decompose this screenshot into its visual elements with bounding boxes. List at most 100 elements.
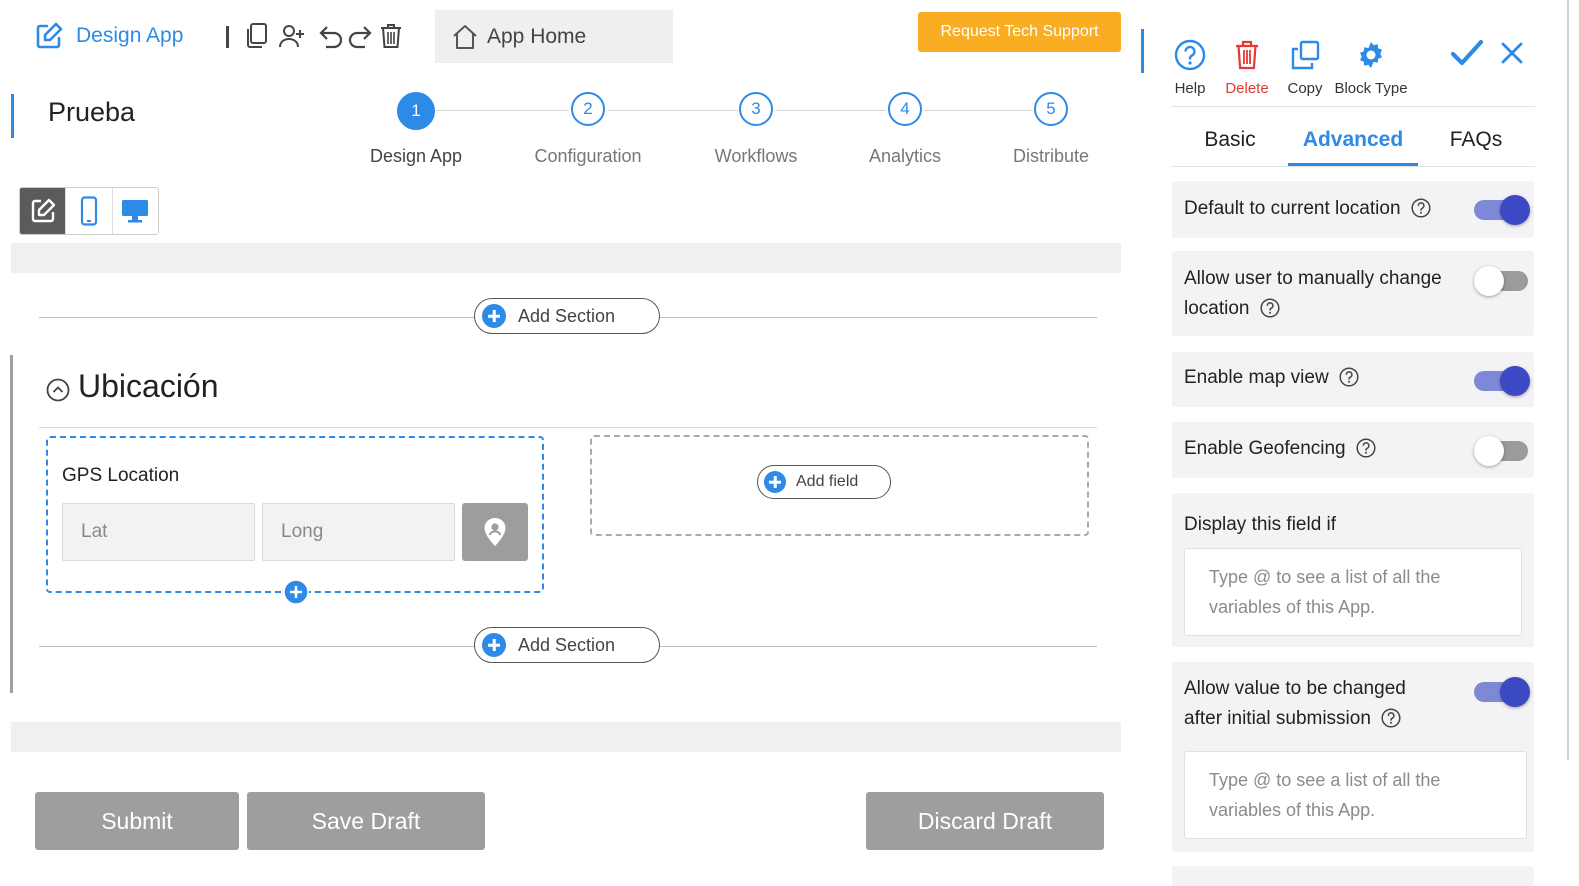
panel-accent-bar: [1141, 29, 1144, 73]
tab-advanced[interactable]: Advanced: [1293, 128, 1413, 152]
allow-value-change-toggle[interactable]: [1474, 677, 1530, 707]
undo-icon[interactable]: [318, 22, 346, 50]
step-4-circle[interactable]: 4: [888, 92, 922, 126]
default-location-toggle[interactable]: [1474, 195, 1530, 225]
mobile-view-button[interactable]: [66, 188, 113, 234]
help-icon[interactable]: [1339, 367, 1359, 387]
home-icon: [451, 23, 479, 51]
gear-icon: [1331, 36, 1411, 74]
value-change-condition-input[interactable]: Type @ to see a list of all the variable…: [1184, 751, 1527, 839]
add-user-icon[interactable]: [278, 22, 306, 50]
edit-view-button[interactable]: [20, 188, 67, 234]
duplicate-icon[interactable]: [244, 22, 272, 50]
help-icon[interactable]: [1356, 438, 1376, 458]
design-app-label: Design App: [76, 24, 184, 47]
setting-default-location: Default to current location: [1172, 181, 1534, 238]
submit-button[interactable]: Submit: [35, 792, 239, 850]
redo-icon[interactable]: [347, 22, 375, 50]
trash-icon[interactable]: [378, 22, 406, 50]
add-field-below-icon[interactable]: [283, 579, 309, 605]
mobile-icon: [80, 196, 98, 226]
geofencing-toggle[interactable]: [1474, 436, 1528, 466]
scrollbar-thumb[interactable]: [1567, 0, 1569, 760]
add-section-button[interactable]: Add Section: [474, 627, 660, 663]
stepper-connector: [608, 110, 738, 111]
help-icon[interactable]: [1410, 198, 1431, 218]
map-pin-icon: [483, 517, 507, 547]
setting-label: Enable map view: [1184, 367, 1329, 388]
input-placeholder: variables of this App.: [1209, 800, 1376, 820]
close-icon[interactable]: [1500, 41, 1524, 65]
edit-icon: [29, 197, 57, 225]
discard-draft-button[interactable]: Discard Draft: [866, 792, 1104, 850]
add-field-label: Add field: [796, 473, 859, 490]
plus-icon: [764, 471, 786, 493]
latitude-input[interactable]: [62, 503, 255, 561]
step-3-label[interactable]: Workflows: [676, 146, 836, 167]
tab-faqs[interactable]: FAQs: [1416, 128, 1536, 152]
allow-change-location-toggle[interactable]: [1474, 266, 1528, 296]
setting-map-view: Enable map view: [1172, 352, 1534, 407]
setting-label: location: [1184, 298, 1250, 319]
panel-divider: [1171, 166, 1535, 167]
section-title[interactable]: Ubicación: [78, 368, 219, 405]
app-home-link[interactable]: App Home: [435, 10, 673, 63]
edit-icon: [34, 21, 64, 51]
setting-label: Display this field if: [1184, 514, 1337, 535]
input-placeholder: Type @ to see a list of all the: [1209, 567, 1441, 587]
app-home-label: App Home: [487, 24, 587, 48]
gps-location-label: GPS Location: [62, 465, 180, 486]
setting-label: Allow value to be changed: [1184, 678, 1406, 699]
tab-basic[interactable]: Basic: [1170, 128, 1290, 152]
help-icon[interactable]: [1259, 298, 1280, 318]
block-type-label: Block Type: [1334, 80, 1408, 97]
step-1-circle[interactable]: 1: [397, 92, 435, 130]
add-field-button[interactable]: Add field: [757, 465, 891, 499]
stepper-connector: [924, 110, 1032, 111]
block-type-button[interactable]: Block Type: [1331, 36, 1411, 97]
setting-next-card: [1172, 866, 1534, 886]
design-app-link[interactable]: Design App: [34, 20, 183, 52]
canvas-bottom-divider: [11, 722, 1121, 752]
plus-icon: [482, 304, 506, 328]
setting-display-condition: Display this field if Type @ to see a li…: [1172, 493, 1534, 647]
collapse-icon[interactable]: [46, 378, 70, 402]
stepper-connector: [436, 110, 569, 111]
setting-label: Default to current location: [1184, 198, 1401, 219]
step-2-circle[interactable]: 2: [571, 92, 605, 126]
desktop-icon: [121, 198, 149, 224]
setting-allow-value-change: Allow value to be changed after initial …: [1172, 662, 1534, 852]
input-placeholder: Type @ to see a list of all the: [1209, 770, 1441, 790]
view-toggle: [19, 187, 159, 235]
confirm-check-icon[interactable]: [1450, 38, 1484, 68]
step-5-label[interactable]: Distribute: [971, 146, 1131, 167]
map-view-toggle[interactable]: [1474, 366, 1530, 396]
add-section-button[interactable]: Add Section: [474, 298, 660, 334]
longitude-input[interactable]: [262, 503, 455, 561]
step-3-circle[interactable]: 3: [739, 92, 773, 126]
display-condition-input[interactable]: Type @ to see a list of all the variable…: [1184, 548, 1522, 636]
section-indicator: [10, 355, 13, 693]
setting-geofencing: Enable Geofencing: [1172, 422, 1534, 478]
locate-button[interactable]: [462, 503, 528, 561]
section-header-rule: [39, 427, 1097, 428]
panel-divider: [1171, 106, 1535, 107]
request-tech-support-button[interactable]: Request Tech Support: [918, 12, 1121, 52]
save-draft-button[interactable]: Save Draft: [247, 792, 485, 850]
setting-label: after initial submission: [1184, 708, 1371, 729]
add-section-label: Add Section: [518, 634, 616, 655]
add-section-label: Add Section: [518, 305, 616, 326]
input-placeholder: variables of this App.: [1209, 597, 1376, 617]
step-2-label[interactable]: Configuration: [508, 146, 668, 167]
help-icon[interactable]: [1381, 708, 1401, 728]
stepper-connector: [776, 110, 886, 111]
canvas-top-divider: [11, 243, 1121, 273]
desktop-view-button[interactable]: [112, 188, 158, 234]
title-accent-bar: [11, 94, 14, 138]
setting-allow-change-location: Allow user to manually change location: [1172, 251, 1534, 336]
step-4-label[interactable]: Analytics: [825, 146, 985, 167]
step-1-label[interactable]: Design App: [336, 146, 496, 167]
app-title: Prueba: [48, 97, 136, 127]
step-5-circle[interactable]: 5: [1034, 92, 1068, 126]
setting-label: Allow user to manually change: [1184, 268, 1442, 289]
